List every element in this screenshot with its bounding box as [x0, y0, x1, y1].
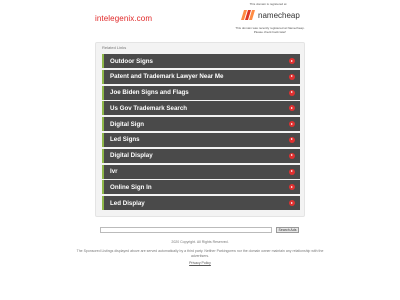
related-link-led-display[interactable]: Led Display [102, 196, 300, 211]
search-ads-button[interactable]: Search Ads [276, 227, 299, 233]
link-label: Joe Biden Signs and Flags [110, 89, 189, 97]
link-label: Digital Display [110, 152, 153, 160]
disclaimer-text: The Sponsored Listings displayed above a… [76, 249, 324, 258]
link-label: Ivr [110, 168, 118, 176]
related-links-label: Related Links [102, 45, 127, 50]
arrow-right-icon [289, 121, 295, 128]
link-label: Online Sign In [110, 183, 152, 191]
link-label: Led Signs [110, 136, 140, 144]
privacy-policy-link[interactable]: Privacy Policy [150, 261, 250, 265]
registrar-notice-bottom: This domain was recently registered at N… [235, 26, 305, 34]
link-label: Us Gov Trademark Search [110, 104, 188, 112]
related-link-digital-display[interactable]: Digital Display [102, 148, 300, 163]
arrow-right-icon [289, 58, 295, 64]
link-label: Digital Sign [110, 120, 145, 128]
related-link-digital-sign[interactable]: Digital Sign [102, 117, 300, 132]
arrow-right-icon [289, 105, 295, 112]
arrow-right-icon [289, 168, 295, 175]
search-input[interactable] [100, 227, 272, 233]
related-links-panel: Related Links Outdoor Signs Patent and T… [95, 42, 305, 217]
domain-name: intelegenix.com [95, 14, 153, 23]
registrar-notice-top: This domain is registered at [249, 2, 287, 6]
link-label: Led Display [110, 199, 145, 207]
related-links-list: Outdoor Signs Patent and Trademark Lawye… [102, 54, 300, 212]
related-link-ivr[interactable]: Ivr [102, 164, 300, 179]
arrow-right-icon [289, 73, 295, 80]
link-label: Patent and Trademark Lawyer Near Me [110, 73, 224, 81]
arrow-right-icon [289, 89, 295, 96]
arrow-right-icon [289, 136, 295, 143]
arrow-right-icon [289, 184, 295, 191]
related-link-online-sign-in[interactable]: Online Sign In [102, 180, 300, 195]
copyright-text: 2020 Copyright. All Rights Reserved. [171, 240, 229, 244]
arrow-right-icon [289, 152, 295, 159]
parked-domain-page: intelegenix.com This domain is registere… [0, 0, 400, 300]
related-link-outdoor-signs[interactable]: Outdoor Signs [102, 54, 300, 68]
related-link-patent-trademark-lawyer[interactable]: Patent and Trademark Lawyer Near Me [102, 69, 300, 84]
link-label: Outdoor Signs [110, 57, 153, 65]
arrow-right-icon [289, 200, 295, 207]
related-link-us-gov-trademark[interactable]: Us Gov Trademark Search [102, 101, 300, 116]
related-link-led-signs[interactable]: Led Signs [102, 132, 300, 147]
namecheap-n-icon [241, 10, 255, 20]
related-link-joe-biden-signs[interactable]: Joe Biden Signs and Flags [102, 85, 300, 100]
svg-text:namecheap: namecheap [258, 11, 300, 20]
namecheap-logo[interactable]: namecheap [240, 8, 304, 22]
